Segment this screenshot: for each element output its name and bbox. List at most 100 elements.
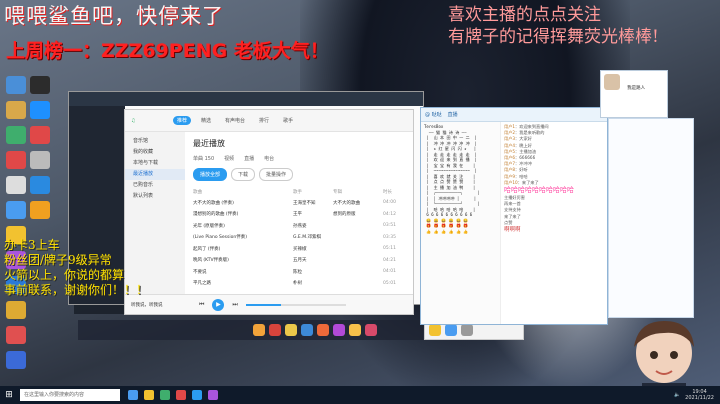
chat-highlight-message: 哈哈哈哈哈哈哈哈哈哈	[504, 186, 574, 195]
desktop-icon[interactable]	[6, 201, 26, 219]
chat-username[interactable]: 用户10	[504, 180, 518, 185]
desktop-icon[interactable]	[30, 176, 50, 194]
chat-username[interactable]: 用户4	[504, 143, 515, 148]
cell-artist: 王海皇不知	[293, 200, 316, 206]
prev-icon[interactable]: ⏮	[199, 301, 204, 309]
chat-username[interactable]: 用户8	[504, 167, 515, 172]
desktop-icons-column-2	[26, 76, 50, 226]
taskbar-app-icon[interactable]	[160, 390, 170, 400]
gift-icon[interactable]	[269, 324, 281, 336]
desktop-icon[interactable]	[30, 151, 50, 169]
chat-tab[interactable]: @ 哒哒	[425, 111, 442, 118]
action-buttons: 播放全部 下载 批量操作	[193, 168, 407, 181]
play-all-button[interactable]: 播放全部	[193, 168, 228, 181]
chat-username[interactable]: 用户9	[504, 174, 515, 179]
taskbar-app-icon[interactable]	[176, 390, 186, 400]
image-icon[interactable]	[445, 324, 457, 336]
desktop-icon[interactable]	[30, 126, 50, 144]
table-row[interactable]: 起风了 (伴奏) 买辣椒 05:11	[193, 243, 407, 255]
tab-singer[interactable]: 歌手	[279, 116, 297, 125]
settings-icon[interactable]	[461, 324, 473, 336]
tab-radio[interactable]: 有声电台	[221, 116, 249, 125]
tab-featured[interactable]: 精选	[197, 116, 215, 125]
gift-icon[interactable]	[317, 324, 329, 336]
system-tray: 🔈 19:04 2021/11/22	[674, 389, 720, 401]
chat-username[interactable]: 用户2	[504, 130, 515, 135]
emoji-icon[interactable]	[429, 324, 441, 336]
sidebar-item-default-list[interactable]: 默认列表	[125, 191, 185, 202]
chat-tab[interactable]: 直播	[448, 111, 458, 118]
cell-time: 05:11	[383, 246, 396, 252]
desktop-icon[interactable]	[6, 76, 26, 94]
cell-time: 04:00	[383, 200, 396, 206]
table-row[interactable]: (Live Piano Session伴奏) G.E.M.邓紫棋 03:35	[193, 232, 407, 244]
gift-icon[interactable]	[285, 324, 297, 336]
taskbar-app-icon[interactable]	[128, 390, 138, 400]
tab-songs[interactable]: 单曲 150	[193, 155, 214, 162]
taskbar-app-icon[interactable]	[144, 390, 154, 400]
table-row[interactable]: 光年 (原版伴奏) 孙燕姿 03:51	[193, 220, 407, 232]
batch-button[interactable]: 批量操作	[259, 168, 294, 181]
music-main: 最近播放 单曲 150 视频 直播 电台 播放全部 下载 批量操作 歌曲 歌手 …	[185, 132, 413, 314]
taskbar-app-icon[interactable]	[192, 390, 202, 400]
desktop-icon[interactable]	[6, 176, 26, 194]
play-icon[interactable]: ▶	[212, 298, 225, 311]
clock[interactable]: 19:04 2021/11/22	[685, 389, 714, 401]
sidebar-item-favorites[interactable]: 我的收藏	[125, 147, 185, 158]
chat-username[interactable]: 用户3	[504, 136, 515, 141]
col-song: 歌曲	[193, 190, 202, 195]
chat-username[interactable]: 用户1	[504, 124, 515, 129]
sidebar-item-purchased[interactable]: 已购音乐	[125, 180, 185, 191]
progress-bar[interactable]	[245, 303, 346, 306]
tab-recommend[interactable]: 推荐	[173, 116, 192, 125]
chat-text: 我是来听歌的	[519, 130, 545, 136]
avatar[interactable]	[604, 74, 620, 90]
sidebar-item-recent[interactable]: 最近播放	[125, 169, 185, 180]
desktop-icon[interactable]	[6, 326, 26, 344]
overlay-rule-line: 事前联系，谢谢你们！！！	[4, 283, 149, 297]
desktop-icon[interactable]	[30, 101, 50, 119]
gift-icon[interactable]	[253, 324, 265, 336]
desktop-icon[interactable]	[6, 101, 26, 119]
chat-username[interactable]: 用户5	[504, 149, 515, 154]
chat-username[interactable]: 用户6	[504, 155, 515, 160]
now-playing: 听我说，听我说	[131, 302, 163, 308]
desktop-icon[interactable]	[30, 76, 50, 94]
tab-videos[interactable]: 视频	[224, 155, 234, 162]
gift-icon[interactable]	[301, 324, 313, 336]
sidebar-item-local[interactable]: 本地与下载	[125, 158, 185, 169]
desktop-icon[interactable]	[30, 201, 50, 219]
taskbar-app-icon[interactable]	[208, 390, 218, 400]
sidebar-item-music-hall[interactable]: 音乐馆	[125, 136, 185, 147]
table-row[interactable]: 漫想别的的歌曲 (伴奏) 王平 想到的原版 04:12	[193, 209, 407, 221]
chat-username[interactable]: 用户7	[504, 161, 515, 166]
table-row[interactable]: 平凡之路 朴树 05:01	[193, 278, 407, 290]
download-button[interactable]: 下载	[231, 168, 256, 181]
desktop-icon[interactable]	[6, 351, 26, 369]
cell-time: 03:51	[383, 223, 396, 229]
table-row[interactable]: 不要说 陈粒 04:01	[193, 266, 407, 278]
table-row[interactable]: 晚风 (KTV伴奏版) 五月天 04:21	[193, 255, 407, 267]
side-panel-content	[609, 119, 693, 127]
cell-song: 晚风 (KTV伴奏版)	[193, 258, 229, 264]
volume-icon[interactable]: 🔈	[674, 392, 680, 398]
tab-radio-sub[interactable]: 电台	[264, 155, 274, 162]
tab-live[interactable]: 直播	[244, 155, 254, 162]
gift-icon[interactable]	[333, 324, 345, 336]
chat-text: 大家好	[519, 136, 532, 142]
windows-start-icon[interactable]: ⊞	[0, 390, 18, 400]
next-icon[interactable]: ⏭	[232, 301, 237, 309]
tab-rank[interactable]: 排行	[255, 116, 273, 125]
desktop-icon[interactable]	[6, 151, 26, 169]
taskbar-search[interactable]: 在这里输入你要搜索的内容	[20, 389, 120, 401]
gift-bar	[78, 320, 423, 340]
progress-fill	[245, 303, 281, 306]
cell-song: 平凡之路	[193, 281, 211, 287]
gift-icon[interactable]	[349, 324, 361, 336]
desktop-icon[interactable]	[6, 301, 26, 319]
gift-icon[interactable]	[365, 324, 377, 336]
desktop-icon[interactable]	[6, 126, 26, 144]
player-bar: 听我说，听我说 ⏮ ▶ ⏭	[125, 294, 413, 314]
live-client-titlebar[interactable]	[69, 92, 423, 106]
table-row[interactable]: 大不大的歌曲 (伴奏) 王海皇不知 大不大的歌曲 04:00	[193, 197, 407, 209]
